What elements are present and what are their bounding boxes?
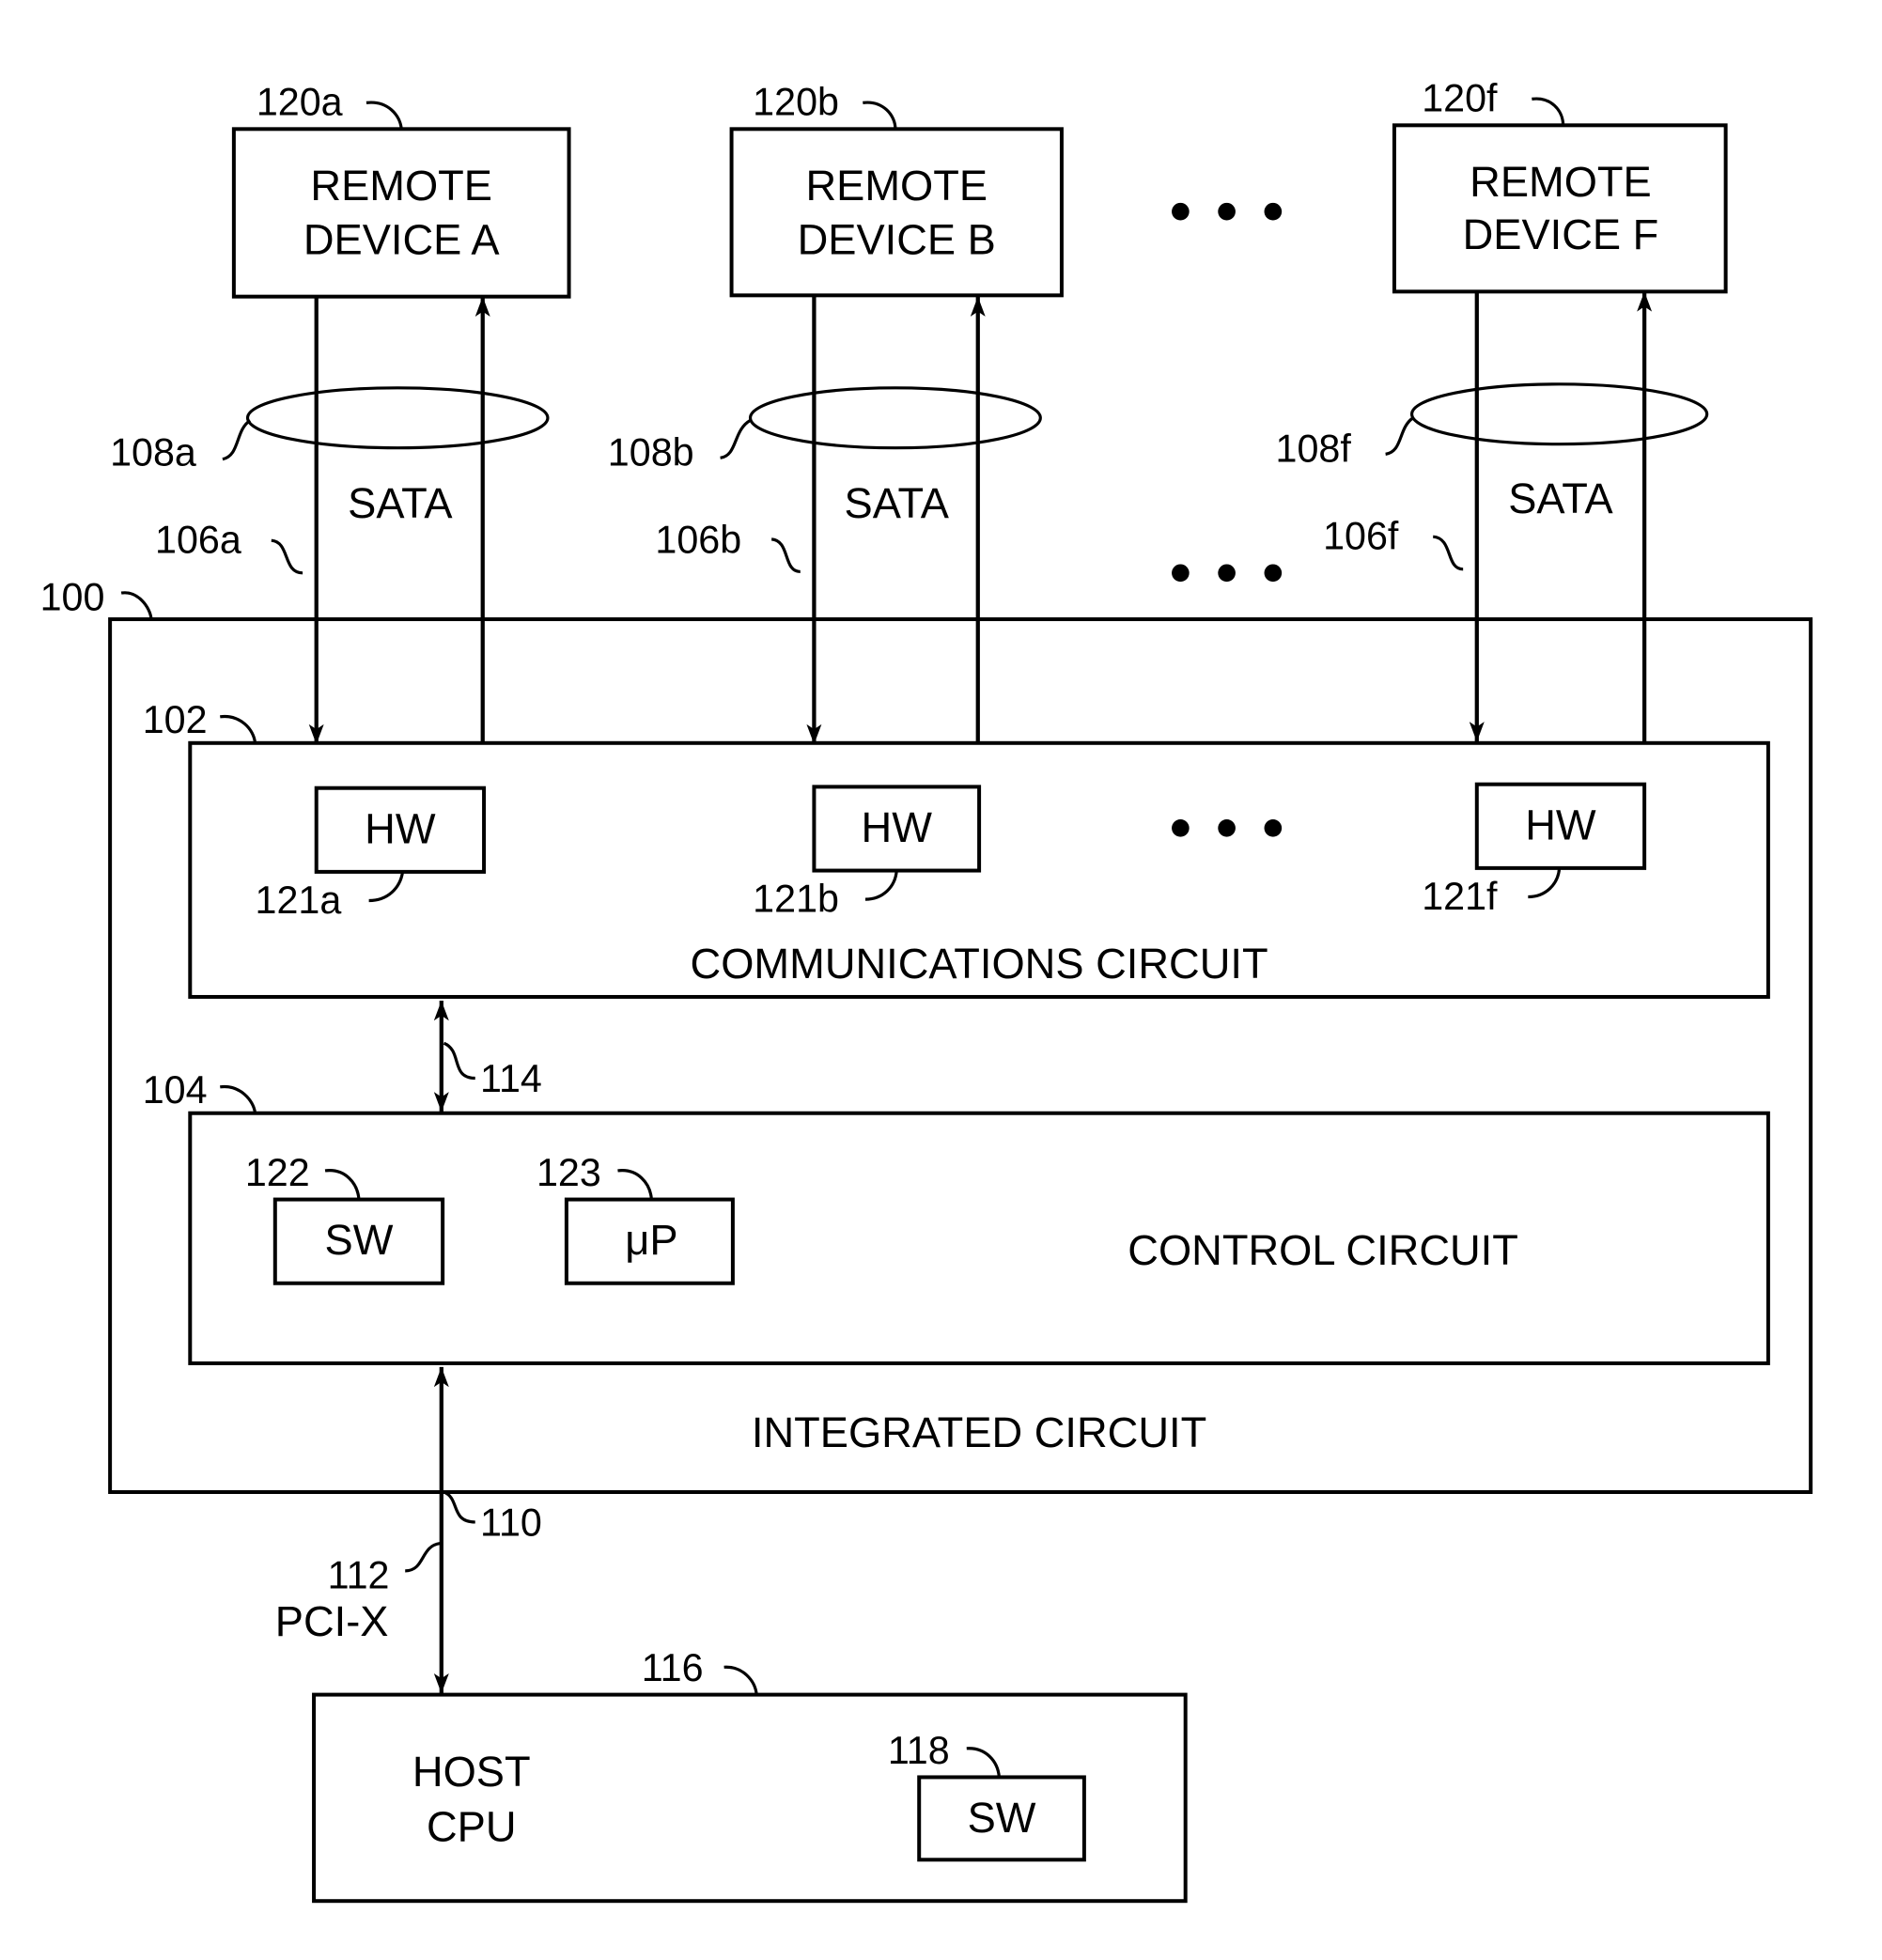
- ellipsis-dot: [1218, 818, 1236, 837]
- ref-108a: 108a: [110, 430, 196, 474]
- leader-108b: [720, 419, 752, 459]
- host-bus: 110 112 PCI-X: [275, 1366, 542, 1694]
- control-circuit: CONTROL CIRCUIT 104 SW 122 μP 123: [143, 1068, 1770, 1365]
- remote-device-f-line1: REMOTE: [1470, 158, 1652, 206]
- hw-block-a-label: HW: [365, 804, 436, 852]
- protocol-b-label: SATA: [845, 479, 950, 527]
- remote-device-f-line2: DEVICE F: [1463, 210, 1659, 258]
- ellipsis-devices: [1172, 202, 1283, 221]
- ref-112: 112: [328, 1553, 390, 1596]
- ref-121f: 121f: [1422, 875, 1498, 918]
- host-cpu-line2: CPU: [427, 1802, 517, 1850]
- integrated-circuit: INTEGRATED CIRCUIT 100: [40, 576, 1813, 1494]
- ellipsis-hw: [1172, 818, 1283, 837]
- sata-link-b: SATA 108b 106b: [608, 296, 1042, 745]
- patent-figure: REMOTE DEVICE A 120a REMOTE DEVICE B 120…: [40, 77, 1813, 1904]
- host-cpu-box: [312, 1692, 1188, 1904]
- ref-102: 102: [143, 698, 208, 741]
- remote-device-b-line1: REMOTE: [805, 162, 988, 210]
- hw-block-b-label: HW: [862, 803, 933, 851]
- leader-121a: [368, 871, 405, 903]
- ref-100: 100: [40, 576, 105, 619]
- ref-116: 116: [642, 1646, 704, 1689]
- ellipsis-links: [1172, 564, 1283, 583]
- ref-114: 114: [480, 1057, 542, 1100]
- sata-link-f: SATA 108f 106f: [1276, 291, 1709, 742]
- host-sw-label: SW: [968, 1794, 1036, 1842]
- microprocessor-label: μP: [625, 1216, 677, 1264]
- ref-121a: 121a: [256, 879, 342, 922]
- ellipsis-dot: [1172, 202, 1190, 221]
- sata-link-a: SATA 108a 106a: [110, 296, 550, 745]
- link-group-b-ellipse: [748, 386, 1042, 450]
- protocol-f-label: SATA: [1508, 474, 1613, 522]
- ref-108f: 108f: [1276, 427, 1352, 470]
- control-sw-label: SW: [325, 1216, 394, 1264]
- remote-device-f: REMOTE DEVICE F 120f: [1392, 77, 1728, 294]
- leader-106b: [770, 537, 801, 574]
- leader-110: [443, 1490, 475, 1524]
- ellipsis-dot: [1264, 202, 1283, 221]
- leader-114: [443, 1041, 475, 1081]
- ref-106a: 106a: [155, 518, 241, 561]
- leader-102: [220, 715, 257, 744]
- ellipsis-dot: [1264, 564, 1283, 583]
- leader-121f: [1528, 867, 1562, 899]
- ellipsis-dot: [1172, 818, 1190, 837]
- leader-123: [617, 1169, 653, 1200]
- control-circuit-box: [188, 1111, 1770, 1365]
- integrated-circuit-label: INTEGRATED CIRCUIT: [752, 1408, 1206, 1456]
- ellipsis-dot: [1218, 564, 1236, 583]
- ref-106f: 106f: [1323, 515, 1399, 558]
- ref-110: 110: [480, 1501, 542, 1545]
- ref-120f: 120f: [1422, 77, 1498, 120]
- remote-device-a-box: [231, 127, 571, 299]
- ellipsis-dot: [1218, 202, 1236, 221]
- remote-device-f-box: [1392, 123, 1728, 294]
- leader-108a: [222, 419, 252, 461]
- leader-106f: [1432, 535, 1464, 571]
- leader-118: [966, 1747, 1001, 1778]
- remote-device-a-line2: DEVICE A: [303, 215, 501, 263]
- ref-120b: 120b: [753, 81, 839, 124]
- ellipsis-dot: [1264, 818, 1283, 837]
- ellipsis-dot: [1172, 564, 1190, 583]
- leader-104: [220, 1085, 257, 1114]
- ref-123: 123: [537, 1151, 601, 1194]
- leader-121b: [864, 870, 898, 901]
- leader-108f: [1385, 416, 1414, 456]
- control-circuit-label: CONTROL CIRCUIT: [1128, 1226, 1518, 1274]
- leader-120a: [366, 101, 403, 130]
- remote-device-b: REMOTE DEVICE B 120b: [729, 81, 1064, 298]
- ref-122: 122: [245, 1151, 310, 1194]
- remote-device-a-line1: REMOTE: [310, 162, 492, 210]
- leader-120b: [863, 101, 897, 130]
- link-group-a-ellipse: [245, 386, 550, 450]
- ref-121b: 121b: [753, 877, 839, 920]
- host-cpu: HOST CPU 116 SW 118: [312, 1646, 1188, 1904]
- pci-x-label: PCI-X: [275, 1597, 389, 1645]
- communications-circuit-label: COMMUNICATIONS CIRCUIT: [691, 940, 1268, 988]
- communications-circuit: COMMUNICATIONS CIRCUIT 102 HW 121a HW 12…: [143, 698, 1770, 999]
- leader-116: [723, 1665, 758, 1695]
- integrated-circuit-box: [108, 617, 1813, 1494]
- ref-108b: 108b: [608, 430, 694, 474]
- remote-device-b-box: [729, 127, 1064, 298]
- host-cpu-line1: HOST: [412, 1748, 531, 1796]
- ref-104: 104: [143, 1068, 208, 1112]
- hw-block-f-label: HW: [1525, 801, 1596, 848]
- leader-112: [405, 1541, 441, 1573]
- leader-100: [120, 591, 153, 620]
- ref-120a: 120a: [257, 81, 343, 124]
- remote-device-a: REMOTE DEVICE A 120a: [231, 81, 571, 299]
- protocol-a-label: SATA: [348, 479, 453, 527]
- remote-device-b-line2: DEVICE B: [798, 215, 996, 263]
- leader-120f: [1532, 97, 1565, 126]
- ref-106b: 106b: [655, 518, 741, 561]
- ref-118: 118: [888, 1729, 950, 1772]
- internal-bus: 114: [433, 1000, 542, 1112]
- link-group-f-ellipse: [1409, 382, 1709, 446]
- leader-122: [324, 1169, 361, 1200]
- leader-106a: [271, 538, 303, 575]
